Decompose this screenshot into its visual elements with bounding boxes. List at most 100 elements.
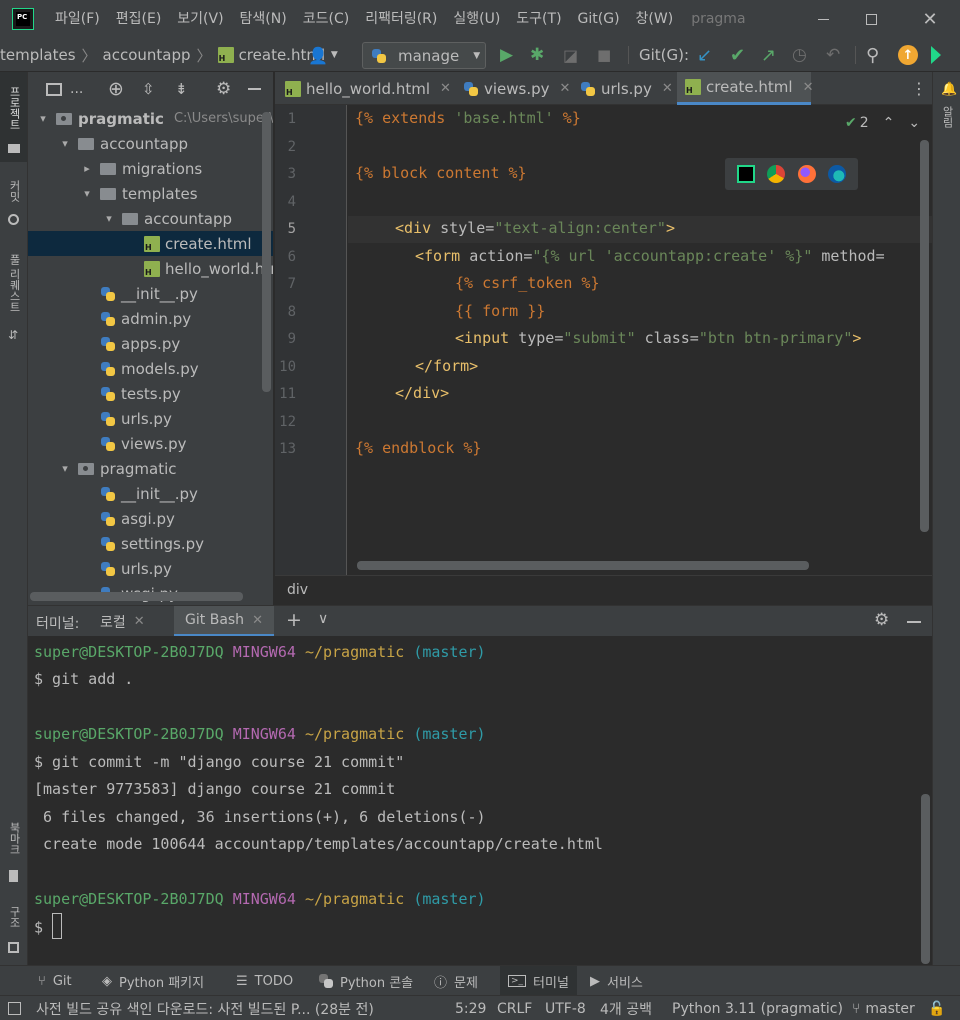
- menu-tools[interactable]: 도구(T): [508, 0, 569, 38]
- notifications-tool-button[interactable]: 🔔 알림: [933, 78, 960, 138]
- status-git-branch[interactable]: ⑂ master: [852, 996, 915, 1020]
- tab-options-button[interactable]: ⋮: [911, 72, 927, 105]
- structure-tool-button[interactable]: 구조: [0, 900, 27, 960]
- project-view-icon[interactable]: [46, 82, 62, 96]
- expand-all-icon[interactable]: ⇳: [142, 80, 155, 98]
- menu-refactor[interactable]: 리팩터링(R): [357, 0, 445, 38]
- minimize-button[interactable]: [800, 0, 846, 38]
- gear-icon[interactable]: ⚙: [874, 610, 889, 630]
- chevron-down-icon[interactable]: ▾: [80, 187, 94, 200]
- git-push-button[interactable]: ↗: [761, 38, 776, 72]
- menu-git[interactable]: Git(G): [570, 0, 628, 38]
- terminal-tab-local[interactable]: 로컬 ✕: [100, 606, 145, 637]
- tool-terminal[interactable]: >_ 터미널: [500, 966, 577, 996]
- editor-vertical-scrollbar[interactable]: [920, 140, 929, 532]
- tool-python-packages[interactable]: ◈ Python 패키지: [102, 966, 204, 996]
- chevron-down-icon[interactable]: ▾: [36, 112, 50, 125]
- pull-requests-tool-button[interactable]: 풀 리퀘스트 ⇵: [0, 248, 27, 348]
- menu-window[interactable]: 창(W): [628, 0, 682, 38]
- tab-create-html[interactable]: H create.html ✕: [677, 72, 814, 105]
- status-line-separator[interactable]: CRLF: [497, 996, 532, 1020]
- next-highlight-icon[interactable]: ⌄: [908, 115, 920, 131]
- terminal-scrollbar[interactable]: [921, 794, 930, 964]
- stop-button[interactable]: ■: [597, 38, 611, 72]
- firefox-icon[interactable]: [797, 165, 816, 183]
- tool-python-console[interactable]: Python 콘솔: [318, 966, 413, 996]
- tool-services[interactable]: ▶ 서비스: [590, 966, 643, 996]
- update-button[interactable]: ↑: [898, 38, 918, 72]
- maximize-button[interactable]: [848, 0, 894, 38]
- collapse-all-icon[interactable]: ⇟: [175, 80, 188, 98]
- search-everywhere-button[interactable]: ⚲: [866, 38, 879, 72]
- tab-hello-world-html[interactable]: H hello_world.html ✕: [285, 72, 451, 105]
- code-editor[interactable]: 1 2 3 4 5 6 7 8 9 10 11 12 13 {% extends 'base.html'…: [275, 105, 932, 575]
- bookmarks-tool-button[interactable]: 북마크: [0, 816, 27, 886]
- inspection-widget[interactable]: ✔ 2 ⌃ ⌄: [845, 115, 920, 131]
- tool-todo[interactable]: ☰ TODO: [236, 966, 293, 996]
- tree-item[interactable]: ▸ migrations: [28, 156, 273, 181]
- hide-panel-icon[interactable]: [907, 621, 921, 623]
- run-button[interactable]: ▶: [500, 38, 513, 72]
- chevron-down-icon[interactable]: ∨: [318, 611, 328, 627]
- coverage-button[interactable]: ◪: [563, 38, 578, 72]
- tree-item[interactable]: urls.py: [28, 556, 273, 581]
- tab-views-py[interactable]: views.py ✕: [463, 72, 570, 105]
- tab-urls-py[interactable]: urls.py ✕: [580, 72, 673, 105]
- close-tab-icon[interactable]: ✕: [440, 81, 451, 96]
- menu-file[interactable]: 파일(F): [47, 0, 108, 38]
- status-toggle-icon[interactable]: [8, 996, 21, 1020]
- hide-panel-icon[interactable]: [248, 88, 261, 90]
- git-commit-button[interactable]: ✔: [730, 38, 745, 72]
- commit-tool-button[interactable]: 커밋: [0, 170, 27, 230]
- git-rollback-button[interactable]: ↶: [826, 38, 840, 72]
- chevron-down-icon[interactable]: ▾: [58, 137, 72, 150]
- close-tab-icon[interactable]: ✕: [560, 81, 571, 96]
- close-tab-icon[interactable]: ✕: [803, 80, 814, 95]
- status-indent[interactable]: 4개 공백: [600, 996, 652, 1020]
- tree-item[interactable]: ▾ pragmatic C:\Users\super\: [28, 106, 273, 131]
- breadcrumb-element[interactable]: div: [287, 582, 308, 598]
- terminal-tab-git-bash[interactable]: Git Bash ✕: [174, 606, 274, 637]
- terminal-input-line[interactable]: $: [34, 913, 63, 939]
- status-interpreter[interactable]: Python 3.11 (pragmatic): [672, 996, 843, 1020]
- tree-item[interactable]: tests.py: [28, 381, 273, 406]
- tree-horizontal-scrollbar[interactable]: [30, 592, 243, 601]
- menu-code[interactable]: 코드(C): [295, 0, 357, 38]
- tree-item[interactable]: urls.py: [28, 406, 273, 431]
- tree-item[interactable]: Hcreate.html: [28, 231, 273, 256]
- status-message[interactable]: 사전 빌드 공유 색인 다운로드: 사전 빌드된 P... (28분 전): [36, 996, 374, 1020]
- menu-edit[interactable]: 편집(E): [108, 0, 170, 38]
- terminal-output[interactable]: super@DESKTOP-2B0J7DQ MINGW64 ~/pragmati…: [28, 636, 932, 965]
- tree-item[interactable]: __init__.py: [28, 481, 273, 506]
- project-tool-button[interactable]: 프로젝트: [0, 72, 27, 162]
- tree-item[interactable]: models.py: [28, 356, 273, 381]
- gear-icon[interactable]: ⚙: [216, 79, 231, 99]
- status-position[interactable]: 5:29: [455, 996, 486, 1020]
- previous-highlight-icon[interactable]: ⌃: [883, 115, 895, 131]
- menu-run[interactable]: 실행(U): [445, 0, 508, 38]
- chrome-icon[interactable]: [767, 165, 786, 183]
- tree-item[interactable]: apps.py: [28, 331, 273, 356]
- editor-horizontal-scrollbar[interactable]: [357, 561, 809, 570]
- status-encoding[interactable]: UTF-8: [545, 996, 586, 1020]
- tree-item[interactable]: ▾ templates: [28, 181, 273, 206]
- chevron-down-icon[interactable]: ▾: [58, 462, 72, 475]
- tree-item[interactable]: settings.py: [28, 531, 273, 556]
- jetbrains-toolbox-button[interactable]: [931, 38, 941, 72]
- menu-view[interactable]: 보기(V): [169, 0, 231, 38]
- debug-button[interactable]: ✱: [530, 38, 544, 72]
- close-window-button[interactable]: ✕: [906, 0, 954, 38]
- readonly-toggle[interactable]: 🔓: [928, 996, 945, 1020]
- new-terminal-icon[interactable]: +: [286, 609, 302, 631]
- run-config-select[interactable]: manage ▼: [362, 42, 486, 69]
- tree-item[interactable]: __init__.py: [28, 281, 273, 306]
- tree-item[interactable]: views.py: [28, 431, 273, 456]
- pycharm-browser-icon[interactable]: [737, 165, 756, 183]
- user-menu-button[interactable]: 👤 ▼: [308, 38, 338, 72]
- menu-navigate[interactable]: 탐색(N): [232, 0, 295, 38]
- breadcrumb-accountapp[interactable]: accountapp: [103, 46, 191, 64]
- project-view-label[interactable]: ...: [70, 81, 83, 97]
- locate-file-icon[interactable]: ⊕: [108, 78, 124, 100]
- close-tab-icon[interactable]: ✕: [252, 613, 263, 628]
- edge-icon[interactable]: [827, 165, 846, 183]
